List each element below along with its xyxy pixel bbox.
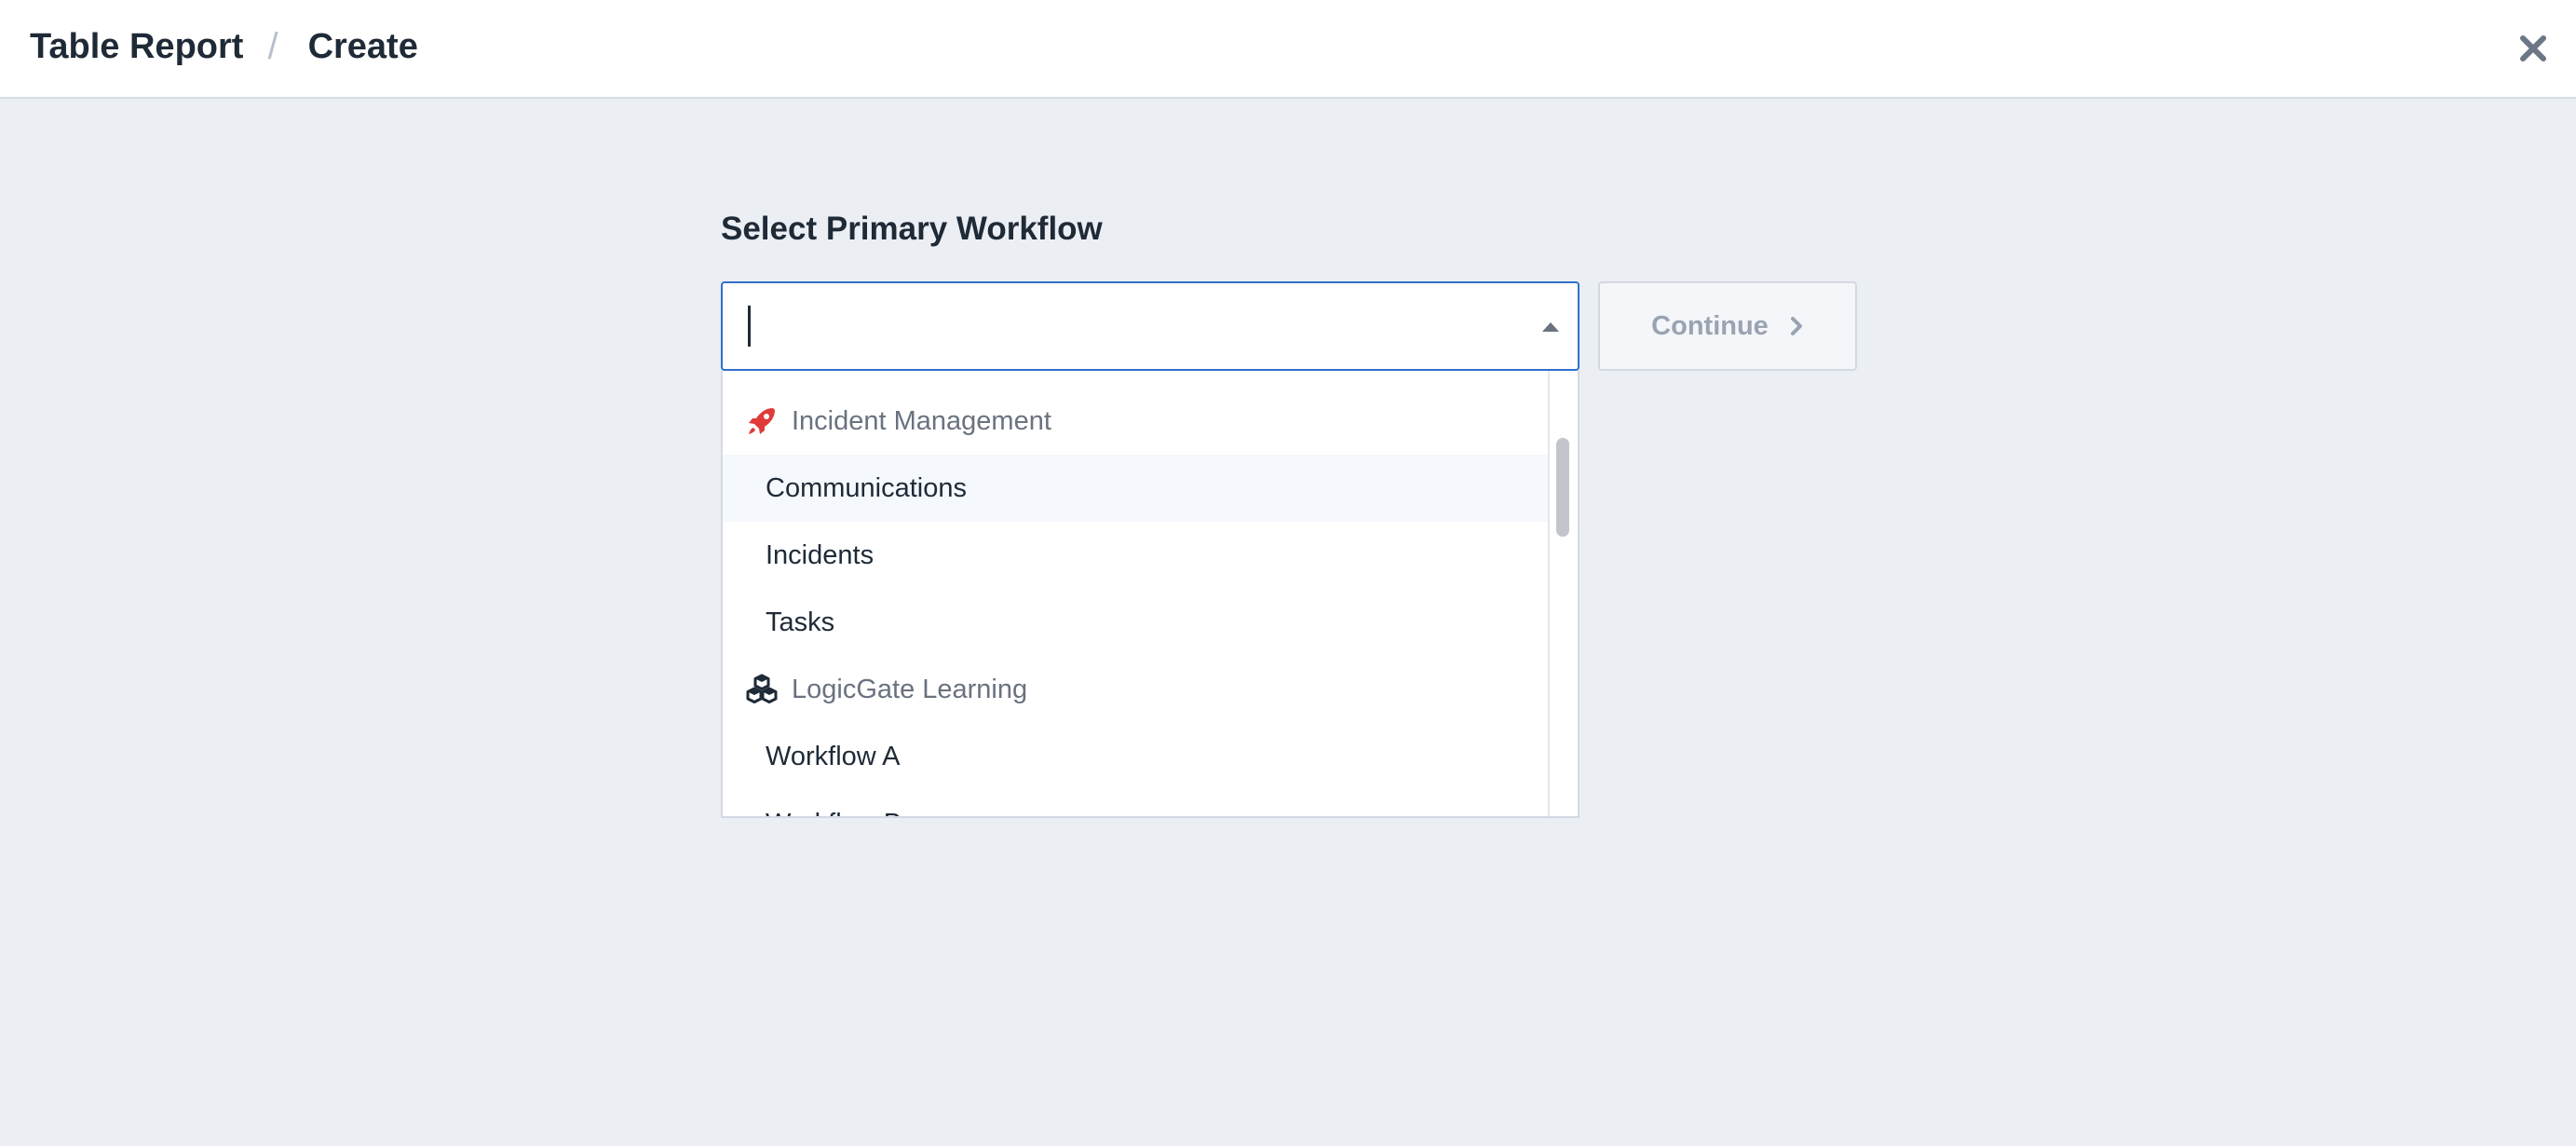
cubes-icon [743,671,780,708]
continue-button[interactable]: Continue [1598,281,1857,371]
option-incidents[interactable]: Incidents [723,522,1550,589]
text-cursor [748,306,751,347]
group-header-incident-management: Incident Management [723,388,1550,455]
breadcrumb-root[interactable]: Table Report [30,27,243,67]
chevron-up-icon[interactable] [1542,322,1559,332]
breadcrumb-separator: / [267,25,278,67]
rocket-icon [743,402,780,440]
group-header-logicgate-learning: LogicGate Learning [723,656,1550,723]
continue-label: Continue [1651,310,1769,341]
chevron-right-icon [1789,316,1804,336]
option-communications[interactable]: Communications [723,455,1550,522]
section-title: Select Primary Workflow [721,211,1103,247]
option-tasks[interactable]: Tasks [723,589,1550,656]
option-workflow-a[interactable]: Workflow A [723,723,1550,790]
group-label: LogicGate Learning [792,674,1028,704]
breadcrumb: Table Report / Create [30,20,418,73]
close-icon [2520,35,2546,61]
close-button[interactable] [2507,22,2559,75]
option-workflow-b[interactable]: Workflow B [723,790,1550,817]
breadcrumb-current: Create [307,26,418,66]
scrollbar-thumb[interactable] [1556,438,1569,537]
workflow-search-input[interactable] [747,300,1473,352]
group-label: Incident Management [792,405,1051,436]
workflow-select[interactable] [721,281,1579,371]
workflow-options-list: Incident Management Communications Incid… [723,371,1550,817]
top-bar: Table Report / Create [0,0,2576,99]
workflow-dropdown[interactable]: Incident Management Communications Incid… [721,371,1579,818]
dropdown-scrollbar[interactable] [1548,371,1578,816]
